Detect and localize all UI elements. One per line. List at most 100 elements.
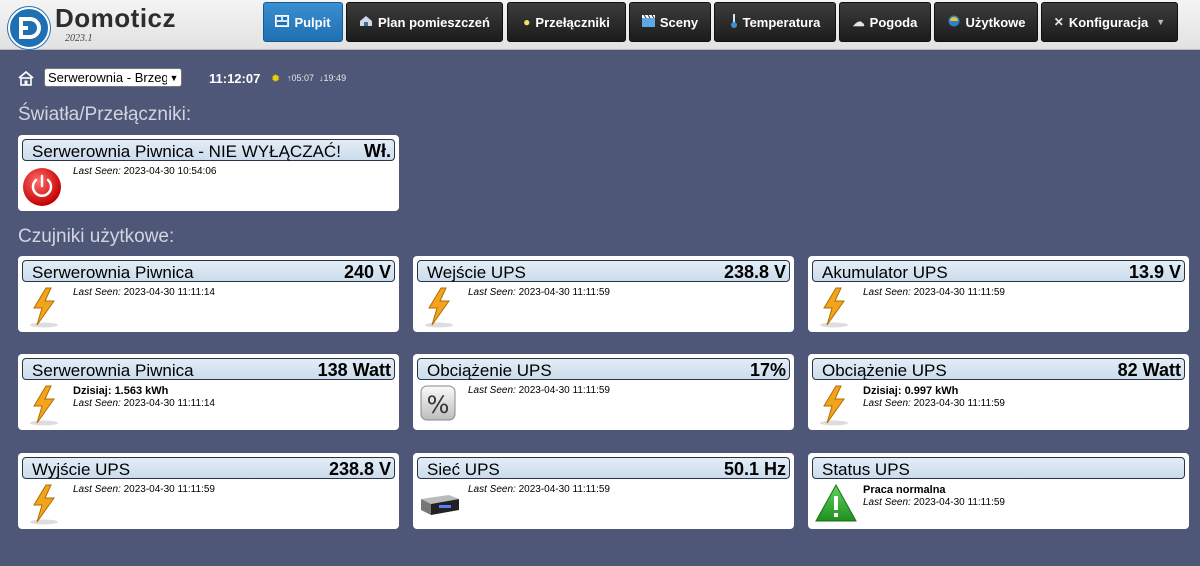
device-name: Status UPS [822, 460, 910, 479]
sun-icon: ✹ [271, 73, 281, 85]
last-seen-value: 2023-04-30 10:54:06 [123, 166, 217, 177]
room-select[interactable]: Serwerownia - Brzeg ▼ [44, 68, 182, 87]
card-header: Wyjście UPS 238.8 V [22, 457, 395, 479]
card-header: Serwerownia Piwnica 240 V [22, 260, 395, 282]
svg-text:%: % [427, 391, 450, 419]
home-room-icon[interactable] [17, 69, 35, 87]
last-seen-value: 2023-04-30 11:11:59 [913, 398, 1005, 409]
last-seen-label: Last Seen: [73, 484, 121, 495]
device-name: Akumulator UPS [822, 263, 948, 282]
lightning-icon[interactable] [24, 483, 64, 525]
card-header: Wejście UPS 238.8 V [417, 260, 790, 282]
scenes-icon [641, 14, 655, 29]
last-seen: Last Seen: 2023-04-30 11:11:14 [73, 287, 215, 298]
device-value: 50.1 Hz [723, 459, 786, 479]
thermometer-icon [730, 14, 738, 30]
current-time: 11:12:07 [209, 71, 261, 86]
last-seen-label: Last Seen: [468, 484, 516, 495]
nav-przelaczniki[interactable]: ● Przełączniki [507, 2, 626, 42]
card-header: Obciążenie UPS 82 Watt [812, 358, 1185, 380]
tools-icon: ✕ [1053, 15, 1064, 29]
nav-label: Pogoda [869, 14, 918, 30]
device-card[interactable]: Status UPS Praca normalna Last Seen: 2023-… [808, 453, 1189, 529]
device-extra-info: Dzisiaj: 1.563 kWh [73, 385, 169, 397]
device-name: Serwerownia Piwnica [32, 361, 194, 380]
chevron-down-icon: ▼ [1156, 17, 1166, 27]
device-value: 238.8 V [328, 459, 391, 479]
last-seen-value: 2023-04-30 11:11:59 [518, 385, 610, 396]
last-seen-value: 2023-04-30 11:11:59 [913, 287, 1005, 298]
device-status: Wł. [364, 141, 391, 161]
power-on-icon[interactable] [22, 167, 62, 209]
nav-konfiguracja[interactable]: ✕ Konfiguracja ▼ [1041, 2, 1178, 42]
nav-label: Sceny [659, 14, 699, 30]
device-card[interactable]: Obciążenie UPS 82 Watt Dzisiaj: 0.997 kWh L… [808, 354, 1189, 430]
card-header: Serwerownia Piwnica - NIE WYŁĄCZAĆ! Wł. [22, 139, 395, 161]
room-select-value: Serwerownia - Brzeg [48, 70, 167, 85]
device-box-icon[interactable] [419, 483, 459, 525]
last-seen: Last Seen: 2023-04-30 11:11:59 [863, 497, 1005, 508]
device-card[interactable]: Wyjście UPS 238.8 V Last Seen: 2023-04-30 … [18, 453, 399, 529]
device-name: Obciążenie UPS [822, 361, 947, 380]
lightning-icon[interactable] [419, 286, 459, 328]
last-seen-label: Last Seen: [73, 287, 121, 298]
floorplan-icon [359, 15, 373, 29]
nav-label: Temperatura [742, 14, 821, 30]
lightning-icon[interactable] [814, 286, 854, 328]
last-seen-label: Last Seen: [73, 166, 121, 177]
utility-icon [947, 15, 961, 29]
device-card[interactable]: Akumulator UPS 13.9 V Last Seen: 2023-04-3… [808, 256, 1189, 332]
last-seen: Last Seen: 2023-04-30 11:11:59 [863, 398, 1005, 409]
device-name: Serwerownia Piwnica [32, 263, 194, 282]
last-seen: Last Seen: 2023-04-30 11:11:59 [73, 484, 215, 495]
device-value: 240 V [343, 262, 391, 282]
sunrise-time: ↑05:07 [287, 73, 315, 83]
last-seen-value: 2023-04-30 11:11:59 [518, 484, 610, 495]
sunset-time: ↓19:49 [319, 73, 347, 83]
device-card[interactable]: Serwerownia Piwnica 240 V Last Seen: 2023-… [18, 256, 399, 332]
last-seen-label: Last Seen: [863, 287, 911, 298]
last-seen-label: Last Seen: [863, 398, 911, 409]
device-card[interactable]: Obciążenie UPS 17%% Last Seen: 2023-04-30 … [413, 354, 794, 430]
nav-uzytkowe[interactable]: Użytkowe [934, 2, 1038, 42]
alert-triangle-icon[interactable] [814, 483, 857, 525]
last-seen: Last Seen: 2023-04-30 11:11:14 [73, 398, 215, 409]
lightning-icon[interactable] [24, 384, 64, 426]
card-header: Obciążenie UPS 17% [417, 358, 790, 380]
dashboard-icon [275, 15, 290, 29]
device-name: Serwerownia Piwnica - NIE WYŁĄCZAĆ! [32, 142, 341, 161]
nav-plan-pomieszczen[interactable]: Plan pomieszczeń [346, 2, 503, 42]
last-seen-value: 2023-04-30 11:11:14 [123, 287, 215, 298]
weather-icon: ☁ [852, 15, 865, 29]
last-seen: Last Seen: 2023-04-30 10:54:06 [73, 166, 216, 177]
last-seen: Last Seen: 2023-04-30 11:11:59 [863, 287, 1005, 298]
domoticz-logo-icon [8, 7, 50, 49]
nav-temperatura[interactable]: Temperatura [714, 2, 836, 42]
last-seen: Last Seen: 2023-04-30 11:11:59 [468, 484, 610, 495]
lightning-icon[interactable] [814, 384, 854, 426]
device-extra-info: Praca normalna [863, 484, 946, 496]
last-seen-label: Last Seen: [468, 287, 516, 298]
nav-label: Przełączniki [535, 14, 610, 30]
device-name: Wejście UPS [427, 263, 526, 282]
nav-label: Pulpit [294, 14, 331, 30]
device-extra-info: Dzisiaj: 0.997 kWh [863, 385, 959, 397]
device-value: 138 Watt [317, 360, 391, 380]
device-value: 13.9 V [1128, 262, 1181, 282]
app-logo[interactable]: Domoticz 2023.1 [8, 3, 176, 49]
device-value: 17% [749, 360, 786, 380]
last-seen: Last Seen: 2023-04-30 11:11:59 [468, 287, 610, 298]
device-card[interactable]: Serwerownia Piwnica 138 Watt Dzisiaj: 1.56… [18, 354, 399, 430]
device-card[interactable]: Wejście UPS 238.8 V Last Seen: 2023-04-30 … [413, 256, 794, 332]
device-card[interactable]: Serwerownia Piwnica - NIE WYŁĄCZAĆ! Wł. … [18, 135, 399, 211]
lightning-icon[interactable] [24, 286, 64, 328]
card-header: Sieć UPS 50.1 Hz [417, 457, 790, 479]
nav-pulpit[interactable]: Pulpit [263, 2, 343, 42]
device-card[interactable]: Sieć UPS 50.1 Hz Last Seen: 2023-04-30 11:… [413, 453, 794, 529]
nav-pogoda[interactable]: ☁ Pogoda [839, 2, 931, 42]
nav-sceny[interactable]: Sceny [629, 2, 711, 42]
section-title-utility: Czujniki użytkowe: [18, 226, 175, 247]
percent-icon[interactable]: % [419, 384, 459, 426]
card-header: Akumulator UPS 13.9 V [812, 260, 1185, 282]
nav-label: Użytkowe [965, 14, 1026, 30]
